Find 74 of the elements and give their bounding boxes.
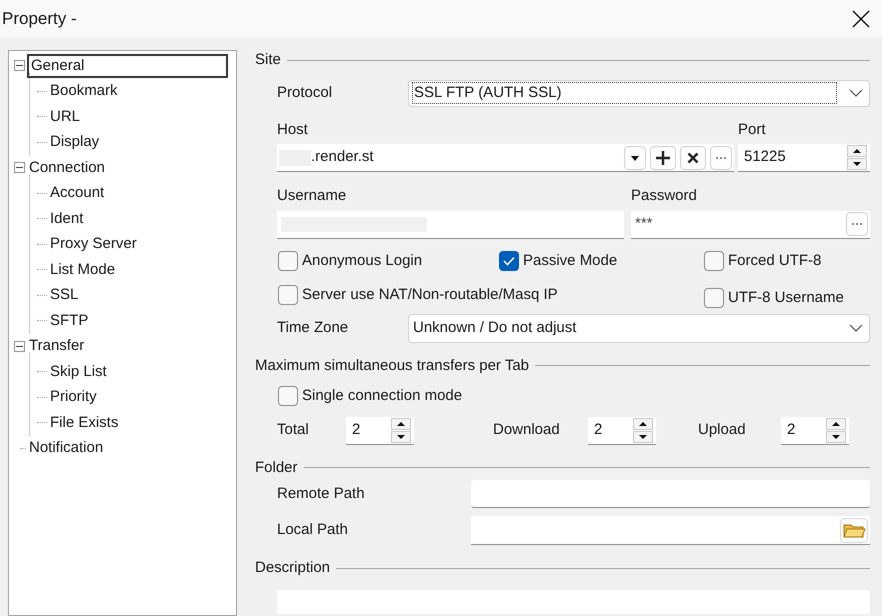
tree-item[interactable]: Notification	[27, 438, 106, 458]
window-title: Property -	[2, 8, 77, 30]
spin-field[interactable]: 2	[346, 416, 414, 444]
spin-up-icon[interactable]	[633, 418, 653, 430]
field-label: Remote Path	[277, 484, 366, 504]
collapse-toggle[interactable]	[14, 340, 25, 352]
collapse-toggle[interactable]	[14, 162, 25, 174]
checkbox[interactable]	[278, 285, 298, 306]
spin-down-icon[interactable]	[847, 158, 867, 170]
close-icon[interactable]	[852, 10, 870, 28]
tree-item[interactable]: Display	[48, 132, 102, 152]
tree-item[interactable]: Transfer	[27, 336, 86, 356]
field-label: Local Path	[277, 520, 349, 540]
collapse-toggle[interactable]	[14, 60, 25, 72]
checkbox[interactable]	[278, 386, 298, 406]
tree-item[interactable]: SSL	[48, 285, 80, 306]
section-heading: Site	[255, 50, 281, 70]
tree-item[interactable]: Account	[48, 183, 106, 204]
section-heading: Maximum simultaneous transfers per Tab	[255, 356, 529, 376]
checkbox-label: Single connection mode	[302, 386, 462, 406]
delete-icon[interactable]	[680, 146, 706, 170]
spin-field[interactable]: 51225	[738, 144, 870, 172]
field-label: Port	[738, 120, 766, 140]
tree-item[interactable]: List Mode	[48, 260, 118, 280]
tree-item[interactable]: General	[27, 54, 228, 78]
local-path-field[interactable]	[471, 516, 870, 545]
host-field[interactable]: .render.st	[277, 144, 734, 172]
spin-up-icon[interactable]	[826, 418, 846, 430]
checkmark-icon	[503, 256, 515, 266]
protocol-dropdown[interactable]: SSL FTP (AUTH SSL)	[408, 80, 870, 106]
checkbox-label: UTF-8 Username	[728, 288, 844, 308]
field-label: Username	[277, 186, 348, 206]
tree-item[interactable]: URL	[48, 106, 82, 127]
tree-item[interactable]: File Exists	[48, 412, 120, 433]
remote-path-field[interactable]	[471, 480, 870, 508]
section-heading: Description	[255, 558, 330, 578]
field-label: Password	[631, 186, 697, 206]
chevron-down-icon	[849, 324, 863, 332]
tree-item[interactable]: Priority	[48, 387, 99, 408]
checkbox[interactable]	[704, 250, 724, 271]
tree-item[interactable]: Ident	[48, 208, 86, 229]
add-icon[interactable]	[650, 146, 676, 170]
checkbox[interactable]	[704, 288, 724, 308]
spin-field[interactable]: 2	[781, 416, 849, 444]
dropdown-icon[interactable]	[624, 146, 646, 170]
checkbox-label: Server use NAT/Non-routable/Masq IP	[302, 285, 558, 305]
tree-item[interactable]: Skip List	[48, 362, 109, 382]
checkbox[interactable]	[499, 250, 519, 271]
spin-down-icon[interactable]	[391, 430, 411, 442]
time-zone-dropdown[interactable]: Unknown / Do not adjust	[408, 314, 870, 342]
field-label: Time Zone	[277, 318, 350, 338]
checkbox-label: Passive Mode	[523, 250, 618, 270]
field-label: Download	[493, 420, 561, 440]
spin-up-icon[interactable]	[847, 145, 867, 157]
spin-down-icon[interactable]	[826, 430, 846, 442]
field-label: Host	[277, 120, 309, 140]
tree-item[interactable]: Bookmark	[48, 81, 120, 102]
spin-down-icon[interactable]	[633, 430, 653, 442]
password-field[interactable]: ***	[631, 210, 870, 238]
checkbox-label: Forced UTF-8	[728, 250, 822, 270]
field-label: Upload	[698, 420, 747, 440]
field-label: Total	[277, 420, 310, 440]
spin-up-icon[interactable]	[391, 418, 411, 430]
tree-item[interactable]: Connection	[27, 158, 107, 178]
field-label: Protocol	[277, 82, 334, 103]
section-heading: Folder	[255, 458, 298, 478]
chevron-down-icon	[849, 89, 863, 97]
checkbox-label: Anonymous Login	[302, 250, 422, 270]
spin-field[interactable]: 2	[588, 416, 656, 444]
folder-icon[interactable]	[840, 518, 868, 542]
tree-item[interactable]: SFTP	[48, 310, 90, 331]
checkbox[interactable]	[278, 250, 298, 271]
tree-item[interactable]: Proxy Server	[48, 234, 139, 254]
username-field[interactable]	[277, 210, 624, 238]
